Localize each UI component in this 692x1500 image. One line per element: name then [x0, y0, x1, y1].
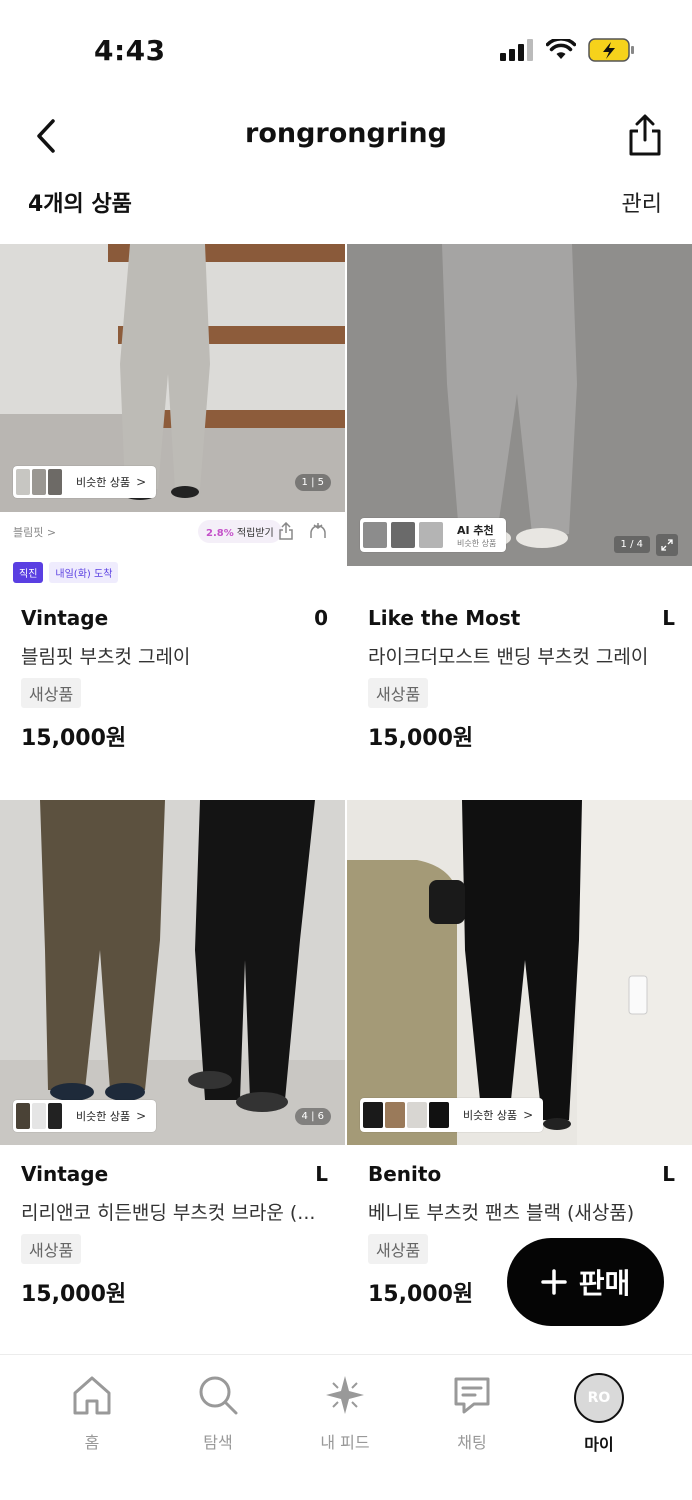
product-brand: Vintage [21, 1162, 109, 1186]
product-image[interactable]: AI 추천 비슷한 상품 1 / 4 [347, 244, 692, 566]
list-header: 4개의 상품 관리 [0, 178, 692, 228]
product-info: Vintage L 리리앤코 히든밴딩 부츠컷 브라운 (... 새상품 15,… [0, 1162, 345, 1312]
product-size: 0 [314, 606, 328, 630]
chevron-right-icon: > [523, 1108, 534, 1122]
product-info: Like the Most L 라이크더모스트 밴딩 부츠컷 그레이 새상품 1… [347, 606, 692, 756]
wifi-icon [546, 39, 576, 59]
bottom-tab-bar: 홈 탐색 내 피드 채팅 RO 마이 [0, 1354, 692, 1500]
top-nav: rongrongring [0, 100, 692, 172]
avatar: RO [574, 1373, 624, 1423]
product-size: L [662, 606, 675, 630]
delivery-badges: 직진 내일(화) 도착 [13, 562, 119, 583]
ai-thumbnails [363, 522, 443, 548]
product-card[interactable]: 비슷한 상품 > 1 | 5 블림핏 > 2.8% 적립받기 직진 내일(화) … [0, 244, 345, 800]
reward-label: 적립받기 [236, 528, 274, 539]
product-photo [347, 800, 692, 1145]
product-title: 블림핏 부츠컷 그레이 [21, 646, 191, 668]
chevron-right-icon: > [136, 475, 147, 489]
condition-badge: 새상품 [368, 1234, 429, 1264]
product-price: 15,000원 [368, 1282, 474, 1307]
tab-label: 내 피드 [320, 1433, 370, 1452]
product-brand: Vintage [21, 606, 109, 630]
direct-badge: 직진 [13, 562, 44, 583]
product-count: 4개의 상품 [28, 192, 132, 217]
product-card[interactable]: 비슷한 상품 > 4 | 6 Vintage L 리리앤코 히든밴딩 부츠컷 브… [0, 800, 345, 1356]
ai-recommend-chip[interactable]: AI 추천 비슷한 상품 [360, 518, 507, 552]
share-small-icon[interactable] [278, 522, 294, 540]
tab-my-feed[interactable]: 내 피드 [295, 1373, 395, 1453]
product-brand: Benito [368, 1162, 442, 1186]
product-title: 베니토 부츠컷 팬츠 블랙 (새상품) [368, 1202, 635, 1224]
product-title: 리리앤코 히든밴딩 부츠컷 브라운 (... [21, 1202, 316, 1224]
product-price: 15,000원 [368, 726, 474, 751]
status-time: 4:43 [94, 34, 166, 67]
search-icon [199, 1376, 238, 1415]
product-photo [0, 800, 345, 1145]
reward-percent: 2.8% [206, 528, 234, 539]
similar-label: 비슷한 상품 [76, 476, 131, 489]
product-title: 라이크더모스트 밴딩 부츠컷 그레이 [368, 646, 649, 668]
status-icons [500, 38, 636, 62]
sell-label: 판매 [578, 1267, 631, 1300]
tab-label: 홈 [84, 1433, 100, 1452]
similar-label: 비슷한 상품 [76, 1110, 131, 1123]
product-size: L [315, 1162, 328, 1186]
share-icon [629, 114, 661, 156]
tab-chat[interactable]: 채팅 [422, 1373, 522, 1453]
similar-products-chip[interactable]: 비슷한 상품 > [13, 1100, 157, 1132]
reward-pill[interactable]: 2.8% 적립받기 [198, 520, 282, 543]
sparkle-icon [326, 1376, 364, 1414]
sell-fab-button[interactable]: 판매 [507, 1238, 664, 1326]
chat-icon [454, 1377, 490, 1414]
product-image[interactable]: 비슷한 상품 > 1 | 5 [0, 244, 345, 512]
manage-button[interactable]: 관리 [622, 186, 662, 218]
product-info: Vintage 0 블림핏 부츠컷 그레이 새상품 15,000원 [0, 606, 345, 756]
expand-button[interactable] [656, 534, 678, 556]
share-button[interactable] [624, 110, 666, 160]
ad-strip[interactable]: 블림핏 > 2.8% 적립받기 [0, 512, 345, 552]
similar-products-chip[interactable]: 비슷한 상품 > [13, 466, 157, 498]
ai-label: AI 추천 [457, 523, 494, 537]
tab-label: 채팅 [457, 1433, 487, 1452]
ad-brand-link[interactable]: 블림핏 > [13, 524, 56, 540]
product-image[interactable]: 비슷한 상품 > 4 | 6 [0, 800, 345, 1145]
chevron-right-icon: > [136, 1109, 147, 1123]
image-counter: 1 / 4 [613, 536, 650, 553]
product-size: L [662, 1162, 675, 1186]
home-icon [73, 1376, 111, 1415]
similar-products-chip[interactable]: 비슷한 상품 > [360, 1098, 544, 1132]
plus-icon [540, 1269, 567, 1295]
condition-badge: 새상품 [368, 678, 429, 708]
image-counter: 4 | 6 [294, 1108, 331, 1125]
tab-explore[interactable]: 탐색 [168, 1373, 268, 1453]
similar-thumbnails [16, 1103, 62, 1129]
delivery-date-badge: 내일(화) 도착 [49, 562, 119, 583]
image-counter: 1 | 5 [294, 474, 331, 491]
battery-icon [588, 38, 634, 62]
ai-sub-label: 비슷한 상품 [457, 538, 497, 548]
condition-badge: 새상품 [21, 678, 82, 708]
signal-icon [500, 39, 533, 61]
tab-home[interactable]: 홈 [42, 1373, 142, 1453]
tab-label: 마이 [584, 1435, 614, 1454]
expand-icon [661, 539, 673, 551]
tab-label: 탐색 [203, 1433, 233, 1452]
ai-label-group: AI 추천 비슷한 상품 [457, 522, 496, 549]
page-title: rongrongring [245, 118, 447, 149]
similar-thumbnails [363, 1102, 449, 1128]
status-bar: 4:43 [0, 0, 692, 100]
condition-badge: 새상품 [21, 1234, 82, 1264]
similar-label: 비슷한 상품 [463, 1109, 518, 1122]
product-card[interactable]: AI 추천 비슷한 상품 1 / 4 Like the Most L 라이크더모… [347, 244, 692, 800]
product-price: 15,000원 [21, 1282, 127, 1307]
tab-my[interactable]: RO 마이 [549, 1373, 649, 1455]
product-image[interactable]: 비슷한 상품 > [347, 800, 692, 1145]
product-brand: Like the Most [368, 606, 521, 630]
similar-thumbnails [16, 469, 62, 495]
product-price: 15,000원 [21, 726, 127, 751]
compare-icon[interactable] [308, 521, 328, 541]
